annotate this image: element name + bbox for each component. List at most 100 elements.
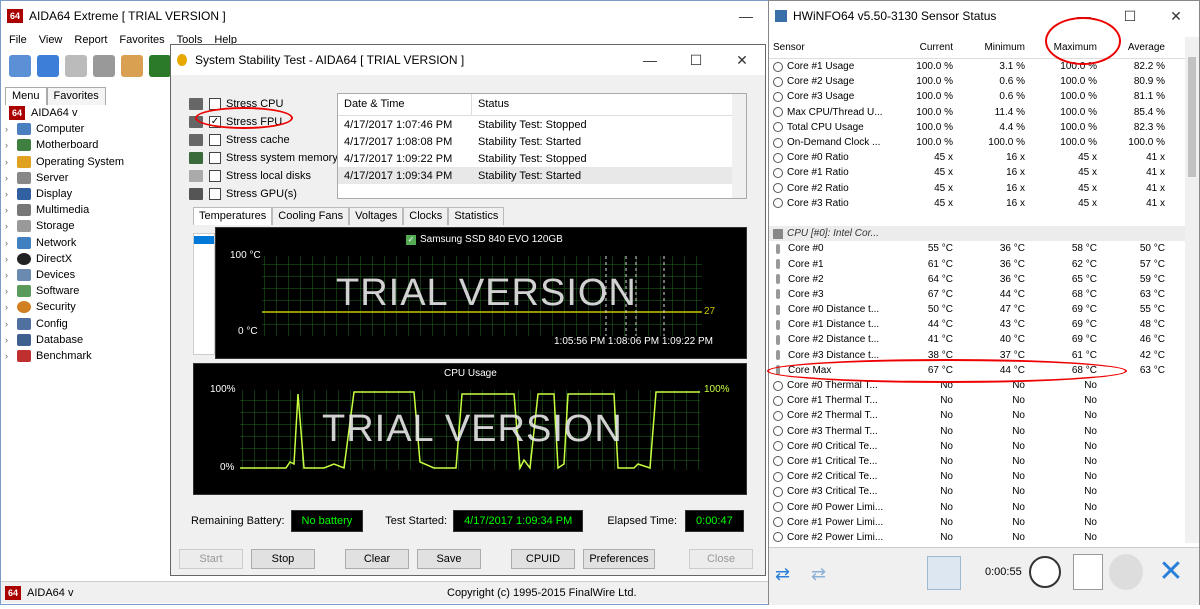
sensor-row[interactable]: Core #1 Thermal T... No No No (769, 393, 1187, 408)
stress-cache-option[interactable]: Stress cache (189, 131, 339, 149)
arrows-collapse-icon[interactable]: ⇄ (811, 564, 839, 584)
close-icon[interactable]: ✕ (1153, 1, 1199, 31)
menu-favorites[interactable]: Favorites (119, 34, 164, 46)
minimize-icon[interactable]: — (627, 45, 673, 75)
sensor-row[interactable]: Core #1 Distance t... 44 °C 43 °C 69 °C 48 °… (769, 317, 1187, 332)
sensor-row[interactable]: Core Max 67 °C 44 °C 68 °C 63 °C (769, 363, 1187, 378)
tree-item-directx[interactable]: › DirectX (5, 251, 165, 267)
sensor-row[interactable]: Core #0 Critical Te... No No No (769, 439, 1187, 454)
cpuid-button[interactable]: CPUID (511, 549, 575, 569)
sensor-row[interactable]: Core #2 Usage 100.0 % 0.6 % 100.0 % 80.9 % (769, 74, 1187, 89)
tree-item-network[interactable]: › Network (5, 235, 165, 251)
sensor-row[interactable]: Core #0 55 °C 36 °C 58 °C 50 °C (769, 241, 1187, 256)
scroll-thumb[interactable] (1188, 57, 1196, 177)
sensor-row[interactable]: Core #1 Power Limi... No No No (769, 515, 1187, 530)
chevron-right-icon[interactable]: › (5, 173, 17, 183)
close-icon[interactable]: ✕ (719, 45, 765, 75)
tree-item-storage[interactable]: › Storage (5, 218, 165, 234)
hwinfo-titlebar[interactable]: HWiNFO64 v5.50-3130 Sensor Status — ☐ ✕ (769, 1, 1199, 31)
tree-item-motherboard[interactable]: › Motherboard (5, 137, 165, 153)
log-col-date[interactable]: Date & Time (338, 94, 472, 115)
sensor-row[interactable]: Core #1 Ratio 45 x 16 x 45 x 41 x (769, 165, 1187, 180)
tab-menu[interactable]: Menu (5, 87, 47, 105)
refresh-icon[interactable] (93, 55, 115, 77)
tree-item-database[interactable]: › Database (5, 332, 165, 348)
menu-file[interactable]: File (9, 34, 27, 46)
tree-root[interactable]: 64 AIDA64 v (9, 105, 165, 121)
chevron-right-icon[interactable]: › (5, 335, 17, 345)
sensor-row[interactable]: Total CPU Usage 100.0 % 4.4 % 100.0 % 82.3 % (769, 120, 1187, 135)
sensor-row[interactable]: Core #0 Ratio 45 x 16 x 45 x 41 x (769, 150, 1187, 165)
stress-cache-checkbox[interactable] (209, 134, 221, 146)
tree-item-computer[interactable]: › Computer (5, 121, 165, 137)
minimize-icon[interactable]: — (1061, 1, 1107, 31)
chevron-right-icon[interactable]: › (5, 205, 17, 215)
tab-voltages[interactable]: Voltages (349, 207, 404, 225)
tab-favorites[interactable]: Favorites (46, 87, 106, 105)
sensor-row[interactable]: Core #2 64 °C 36 °C 65 °C 59 °C (769, 272, 1187, 287)
sensor-row[interactable]: Core #2 Ratio 45 x 16 x 45 x 41 x (769, 181, 1187, 196)
chevron-right-icon[interactable]: › (5, 254, 17, 264)
tree-item-multimedia[interactable]: › Multimedia (5, 202, 165, 218)
legend-checkbox[interactable]: ✓ (406, 234, 416, 245)
monitor-icon[interactable] (149, 55, 171, 77)
col-average[interactable]: Average (1097, 42, 1169, 53)
maximize-icon[interactable]: ☐ (673, 45, 719, 75)
tree-item-config[interactable]: › Config (5, 315, 165, 331)
stress-fpu-option[interactable]: ✓ Stress FPU (189, 113, 339, 131)
sensor-row[interactable]: Core #3 Usage 100.0 % 0.6 % 100.0 % 81.1 % (769, 89, 1187, 104)
chevron-right-icon[interactable]: › (5, 221, 17, 231)
tab-cooling-fans[interactable]: Cooling Fans (272, 207, 350, 225)
sensor-row[interactable]: Core #0 Power Limi... No No No (769, 499, 1187, 514)
stress-disks-checkbox[interactable] (209, 170, 221, 182)
sensor-group-row[interactable]: CPU [#0]: Intel Cor... (769, 226, 1187, 242)
stability-titlebar[interactable]: System Stability Test - AIDA64 [ TRIAL V… (171, 45, 765, 75)
col-sensor[interactable]: Sensor (769, 42, 887, 53)
menu-view[interactable]: View (39, 34, 63, 46)
sensor-row[interactable]: Core #1 61 °C 36 °C 62 °C 57 °C (769, 256, 1187, 271)
stress-disks-option[interactable]: Stress local disks (189, 167, 339, 185)
sensor-row[interactable]: Core #3 67 °C 44 °C 68 °C 63 °C (769, 287, 1187, 302)
sensor-row[interactable]: Core #3 Distance t... 38 °C 37 °C 61 °C 42 °… (769, 348, 1187, 363)
aida64-titlebar[interactable]: 64 AIDA64 Extreme [ TRIAL VERSION ] — (1, 1, 769, 31)
sensor-list[interactable] (193, 233, 215, 355)
arrows-left-right-icon[interactable]: ⇄ (775, 564, 803, 584)
col-minimum[interactable]: Minimum (953, 42, 1025, 53)
close-button[interactable]: Close (689, 549, 753, 569)
save-button[interactable]: Save (417, 549, 481, 569)
tree-item-security[interactable]: › Security (5, 299, 165, 315)
tree-item-operating-system[interactable]: › Operating System (5, 154, 165, 170)
close-x-icon[interactable]: ✕ (1153, 554, 1189, 590)
stress-gpu-option[interactable]: Stress GPU(s) (189, 185, 339, 203)
tree-item-devices[interactable]: › Devices (5, 267, 165, 283)
log-scrollbar[interactable] (732, 94, 746, 198)
tree-item-display[interactable]: › Display (5, 186, 165, 202)
log-row[interactable]: 4/17/2017 1:09:22 PM Stability Test: Stop… (338, 150, 746, 167)
sensor-row[interactable]: Core #0 Distance t... 50 °C 47 °C 69 °C 55 °… (769, 302, 1187, 317)
stop-button[interactable]: Stop (251, 549, 315, 569)
col-maximum[interactable]: Maximum (1025, 42, 1097, 53)
add-report-icon[interactable] (1073, 554, 1103, 590)
start-button[interactable]: Start (179, 549, 243, 569)
clock-icon[interactable] (1029, 556, 1061, 588)
tree-item-server[interactable]: › Server (5, 170, 165, 186)
sensor-row[interactable]: Core #0 Thermal T... No No No (769, 378, 1187, 393)
log-row[interactable]: 4/17/2017 1:09:34 PM Stability Test: Star… (338, 167, 746, 184)
chevron-right-icon[interactable]: › (5, 270, 17, 280)
chevron-right-icon[interactable]: › (5, 140, 17, 150)
sensor-row[interactable]: Core #3 Critical Te... No No No (769, 484, 1187, 499)
chevron-right-icon[interactable]: › (5, 189, 17, 199)
back-arrow-icon[interactable] (9, 55, 31, 77)
log-row[interactable]: 4/17/2017 1:08:08 PM Stability Test: Star… (338, 133, 746, 150)
sensor-row[interactable]: Core #2 Power Limi... No No No (769, 530, 1187, 545)
sensor-row[interactable]: Core #3 Thermal T... No No No (769, 424, 1187, 439)
stress-memory-option[interactable]: Stress system memory (189, 149, 339, 167)
sensor-row[interactable]: Core #1 Usage 100.0 % 3.1 % 100.0 % 82.2 % (769, 59, 1187, 74)
stress-memory-checkbox[interactable] (209, 152, 221, 164)
minimize-icon[interactable]: — (723, 1, 769, 31)
chevron-right-icon[interactable]: › (5, 157, 17, 167)
tree-item-software[interactable]: › Software (5, 283, 165, 299)
maximize-icon[interactable]: ☐ (1107, 1, 1153, 31)
stress-cpu-option[interactable]: Stress CPU (189, 95, 339, 113)
sensor-row[interactable]: Core #2 Thermal T... No No No (769, 408, 1187, 423)
